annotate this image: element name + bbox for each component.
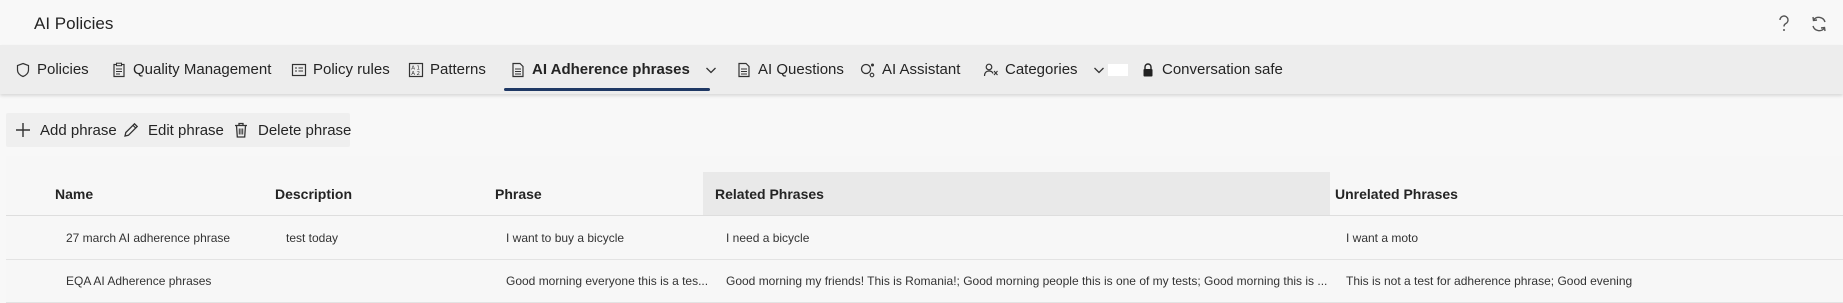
tab-label: AI Assistant <box>882 61 961 78</box>
refresh-icon[interactable] <box>1809 14 1829 34</box>
table-header: Name Description Phrase Related Phrases … <box>6 172 1843 216</box>
cell-name: EQA AI Adherence phrases <box>66 273 212 288</box>
active-tab-indicator <box>504 88 710 91</box>
tab-label: Policies <box>37 61 89 78</box>
people-icon <box>983 62 999 78</box>
svg-text:A: A <box>411 71 415 77</box>
tab-quality-management[interactable]: Quality Management <box>111 45 271 94</box>
tab-ai-assistant[interactable]: AI Assistant <box>860 45 960 94</box>
cell-phrase: I want to buy a bicycle <box>506 230 625 245</box>
shield-icon <box>15 62 31 78</box>
edit-phrase-label: Edit phrase <box>148 121 224 139</box>
tab-conversation-safe[interactable]: Conversation safe <box>1140 45 1283 94</box>
tab-categories[interactable]: Categories <box>983 45 1128 94</box>
chevron-down-icon[interactable] <box>704 63 718 77</box>
column-header-related-phrases[interactable]: Related Phrases <box>715 172 824 215</box>
delete-phrase-button[interactable]: Delete phrase <box>232 113 351 147</box>
tab-policy-rules[interactable]: Policy rules <box>291 45 390 94</box>
trash-icon <box>232 121 250 139</box>
edit-phrase-button[interactable]: Edit phrase <box>122 113 224 147</box>
tab-label: Policy rules <box>313 61 390 78</box>
lock-icon <box>1140 62 1156 78</box>
tab-label: AI Questions <box>758 61 844 78</box>
tab-policies[interactable]: Policies <box>15 45 89 94</box>
tab-label: Conversation safe <box>1162 61 1283 78</box>
column-header-unrelated-phrases[interactable]: Unrelated Phrases <box>1335 172 1458 215</box>
tab-label: Categories <box>1005 61 1078 78</box>
tab-label: Quality Management <box>133 61 272 78</box>
column-header-phrase[interactable]: Phrase <box>495 172 542 215</box>
cell-unrelated-phrases: I want a moto <box>1346 230 1419 245</box>
delete-phrase-label: Delete phrase <box>258 121 352 139</box>
plus-icon <box>14 121 32 139</box>
table-row[interactable]: EQA AI Adherence phrases Good morning ev… <box>6 259 1843 303</box>
cell-related-phrases: I need a bicycle <box>726 230 810 245</box>
cell-unrelated-phrases: This is not a test for adherence phrase;… <box>1346 273 1633 288</box>
phrases-table: Name Description Phrase Related Phrases … <box>6 156 1843 303</box>
document-icon <box>736 62 752 78</box>
table-row[interactable]: 27 march AI adherence phrase test today … <box>6 216 1843 260</box>
tab-label: AI Adherence phrases <box>532 61 690 78</box>
list-rules-icon <box>291 62 307 78</box>
tab-label: Patterns <box>430 61 486 78</box>
app-header: AI Policies <box>0 0 1843 45</box>
nav-tabs: Policies Quality Management Policy rules… <box>0 45 1843 94</box>
add-phrase-label: Add phrase <box>40 121 117 139</box>
tab-patterns[interactable]: A1A2 Patterns <box>408 45 486 94</box>
column-header-name[interactable]: Name <box>55 172 93 215</box>
app-title: AI Policies <box>34 14 114 33</box>
chevron-down-icon[interactable] <box>1092 63 1106 77</box>
pattern-icon: A1A2 <box>408 62 424 78</box>
tab-ai-adherence-phrases[interactable]: AI Adherence phrases <box>510 45 718 94</box>
document-icon <box>510 62 526 78</box>
dropdown-field <box>1107 63 1128 76</box>
add-phrase-button[interactable]: Add phrase <box>14 113 117 147</box>
cell-description <box>286 259 486 302</box>
assistant-icon <box>860 62 876 78</box>
tab-ai-questions[interactable]: AI Questions <box>736 45 844 94</box>
pencil-icon <box>122 121 140 139</box>
command-toolbar: Add phrase Edit phrase Delete phrase <box>6 113 351 147</box>
question-mark-icon[interactable] <box>1774 14 1794 34</box>
svg-text:2: 2 <box>417 71 421 77</box>
cell-description: test today <box>286 230 339 245</box>
cell-related-phrases: Good morning my friends! This is Romania… <box>726 273 1328 288</box>
clipboard-icon <box>111 62 127 78</box>
column-header-description[interactable]: Description <box>275 172 352 215</box>
cell-name: 27 march AI adherence phrase <box>66 230 231 245</box>
cell-phrase: Good morning everyone this is a tes... <box>506 273 709 288</box>
